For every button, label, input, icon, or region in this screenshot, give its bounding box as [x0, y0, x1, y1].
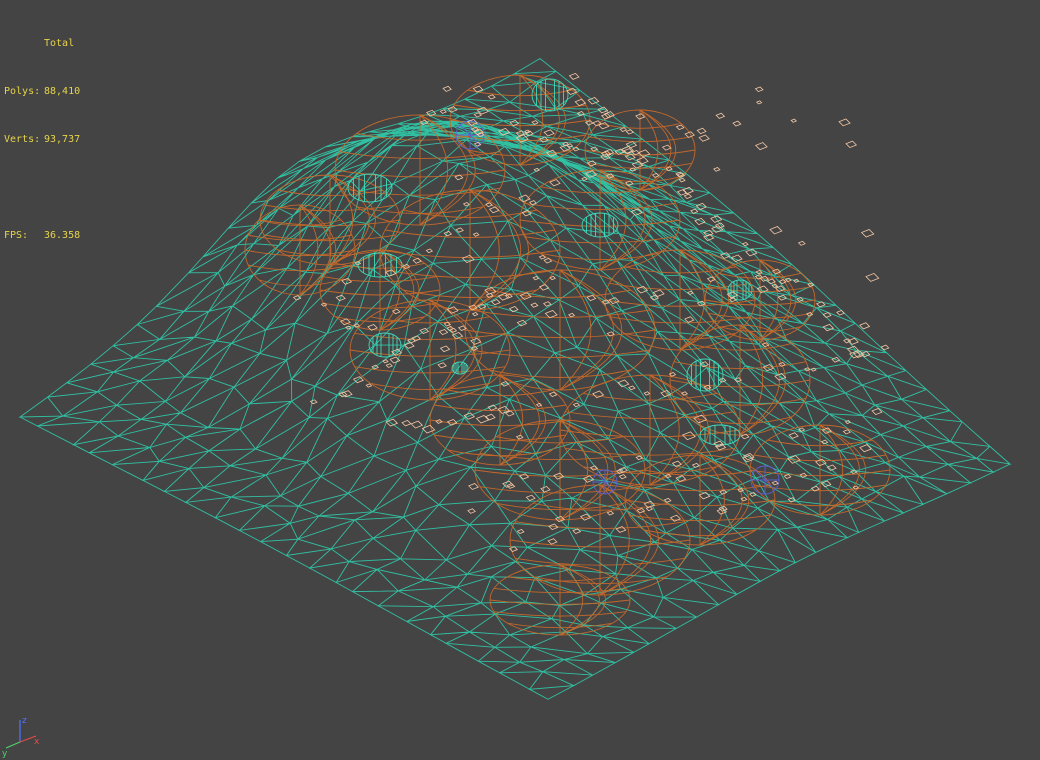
- rock-mesh: [244, 204, 356, 296]
- fps-value: 36.358: [44, 230, 81, 241]
- rock-mesh: [624, 454, 776, 546]
- polys-label: Polys:: [4, 86, 41, 97]
- verts-label: Verts:: [4, 134, 41, 145]
- 3d-viewport[interactable]: Total Polys: 88,410 Verts: 93,737 FPS: 3…: [0, 0, 1040, 760]
- axis-y-line: [5, 741, 21, 749]
- wireframe-scene[interactable]: [0, 0, 1040, 760]
- stats-total-label: Total: [44, 38, 75, 49]
- rock-mesh: [489, 564, 631, 636]
- stats-fps-row: FPS: 36.358: [4, 228, 80, 244]
- rock-wireframe: [244, 74, 891, 636]
- viewport-statistics: Total Polys: 88,410 Verts: 93,737 FPS: 3…: [4, 4, 80, 276]
- rock-mesh: [519, 169, 681, 271]
- boulder-mesh: [347, 173, 393, 203]
- accent-mesh: [750, 465, 780, 495]
- accent-mesh: [592, 469, 618, 495]
- stats-spacer: [4, 180, 80, 196]
- axis-y-label: y: [2, 749, 8, 758]
- stats-verts-row: Verts: 93,737: [4, 132, 80, 148]
- axis-z-label: z: [22, 716, 27, 726]
- rock-mesh: [464, 269, 656, 391]
- stats-polys-row: Polys: 88,410: [4, 84, 80, 100]
- polys-value: 88,410: [44, 86, 81, 97]
- fps-label: FPS:: [4, 230, 29, 241]
- axis-x-label: x: [34, 737, 40, 747]
- axis-gizmo-icon: z x y: [2, 716, 40, 758]
- terrain-mesh: [18, 57, 1012, 700]
- verts-value: 93,737: [44, 134, 81, 145]
- terrain-wireframe: [18, 57, 1012, 700]
